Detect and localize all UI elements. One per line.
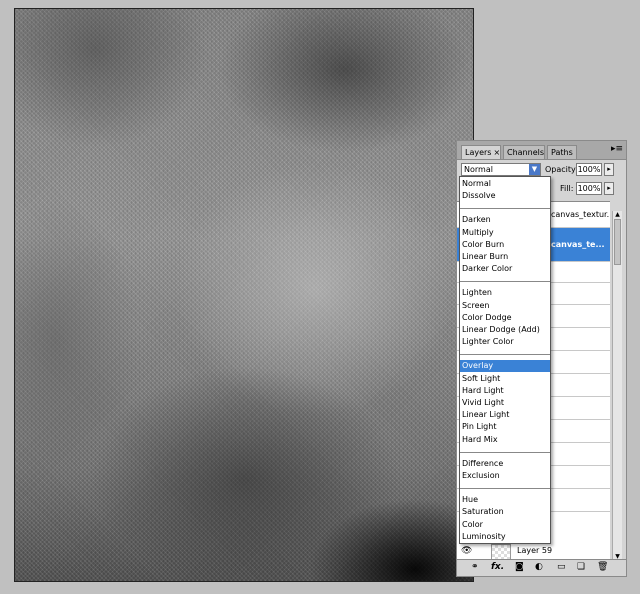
- blend-mode-option[interactable]: Lighten: [460, 287, 550, 299]
- panel-menu-icon[interactable]: ▸≡: [611, 144, 623, 154]
- blend-mode-option[interactable]: Luminosity: [460, 531, 550, 543]
- opacity-input[interactable]: 100%: [576, 163, 602, 176]
- adjustment-icon[interactable]: ◐: [535, 562, 543, 573]
- trash-icon[interactable]: 🗑: [597, 562, 608, 573]
- blend-mode-option[interactable]: Hard Mix: [460, 434, 550, 446]
- blend-mode-option[interactable]: Linear Light: [460, 409, 550, 421]
- close-icon[interactable]: ×: [493, 148, 500, 157]
- blend-mode-option[interactable]: Pin Light: [460, 421, 550, 433]
- menu-separator: [460, 208, 550, 210]
- menu-separator: [460, 488, 550, 490]
- tab-channels-label: Channels: [507, 148, 545, 157]
- scroll-up-icon[interactable]: ▲: [613, 211, 622, 219]
- blend-mode-option[interactable]: Multiply: [460, 227, 550, 239]
- fill-arrow-icon[interactable]: ▸: [604, 182, 614, 195]
- fill-label: Fill:: [560, 184, 574, 193]
- layer-name: Layer 59: [517, 546, 553, 555]
- tab-layers-label: Layers: [465, 148, 492, 157]
- blend-mode-option[interactable]: Difference: [460, 458, 550, 470]
- blend-mode-option[interactable]: Dissolve: [460, 190, 550, 202]
- blend-mode-option[interactable]: Linear Dodge (Add): [460, 324, 550, 336]
- blend-mode-option[interactable]: Screen: [460, 300, 550, 312]
- blend-mode-option[interactable]: Darker Color: [460, 263, 550, 275]
- eye-icon[interactable]: 👁: [461, 546, 472, 556]
- blend-mode-value: Normal: [464, 165, 493, 174]
- scrollbar-thumb[interactable]: [614, 219, 621, 265]
- panel-tab-bar: Layers × Channels Paths ▸≡: [457, 141, 626, 160]
- menu-separator: [460, 451, 550, 453]
- blend-mode-option[interactable]: Vivid Light: [460, 397, 550, 409]
- blend-mode-option[interactable]: Saturation: [460, 506, 550, 518]
- blend-mode-option[interactable]: Normal: [460, 178, 550, 190]
- fill-input[interactable]: 100%: [576, 182, 602, 195]
- menu-separator: [460, 354, 550, 356]
- tab-layers[interactable]: Layers ×: [461, 145, 501, 159]
- opacity-arrow-icon[interactable]: ▸: [604, 163, 614, 176]
- panel-footer: ⚭ fx. ◙ ◐ ▭ ❏ 🗑: [457, 559, 626, 576]
- chevron-down-icon[interactable]: ▼: [529, 164, 540, 175]
- blend-mode-option[interactable]: Exclusion: [460, 470, 550, 482]
- blend-mode-option[interactable]: Soft Light: [460, 373, 550, 385]
- blend-mode-dropdown: Normal Dissolve Darken Multiply Color Burn Li…: [459, 176, 551, 544]
- blend-mode-option[interactable]: Linear Burn: [460, 251, 550, 263]
- blend-mode-select[interactable]: Normal ▼: [461, 163, 541, 176]
- new-layer-icon[interactable]: ❏: [577, 562, 585, 573]
- blend-mode-option[interactable]: Color Burn: [460, 239, 550, 251]
- layer-name: canvas_te...: [551, 240, 605, 249]
- tab-channels[interactable]: Channels: [503, 145, 545, 159]
- blend-mode-option[interactable]: Darken: [460, 214, 550, 226]
- fx-icon[interactable]: fx.: [491, 562, 504, 573]
- document-canvas[interactable]: [14, 8, 474, 582]
- tab-paths-label: Paths: [551, 148, 573, 157]
- opacity-label: Opacity:: [545, 165, 578, 174]
- blend-mode-option[interactable]: Overlay: [460, 360, 550, 373]
- group-icon[interactable]: ▭: [557, 562, 566, 573]
- blend-mode-option[interactable]: Color Dodge: [460, 312, 550, 324]
- mask-icon[interactable]: ◙: [515, 562, 524, 573]
- tab-paths[interactable]: Paths: [547, 145, 577, 159]
- link-icon[interactable]: ⚭: [471, 562, 479, 573]
- layer-list-scrollbar[interactable]: ▲ ▼: [612, 211, 622, 561]
- blend-mode-option[interactable]: Color: [460, 519, 550, 531]
- blend-mode-option[interactable]: Lighter Color: [460, 336, 550, 348]
- layer-name: canvas_textur...: [551, 210, 610, 219]
- menu-separator: [460, 281, 550, 283]
- blend-mode-option[interactable]: Hard Light: [460, 385, 550, 397]
- blend-mode-option[interactable]: Hue: [460, 494, 550, 506]
